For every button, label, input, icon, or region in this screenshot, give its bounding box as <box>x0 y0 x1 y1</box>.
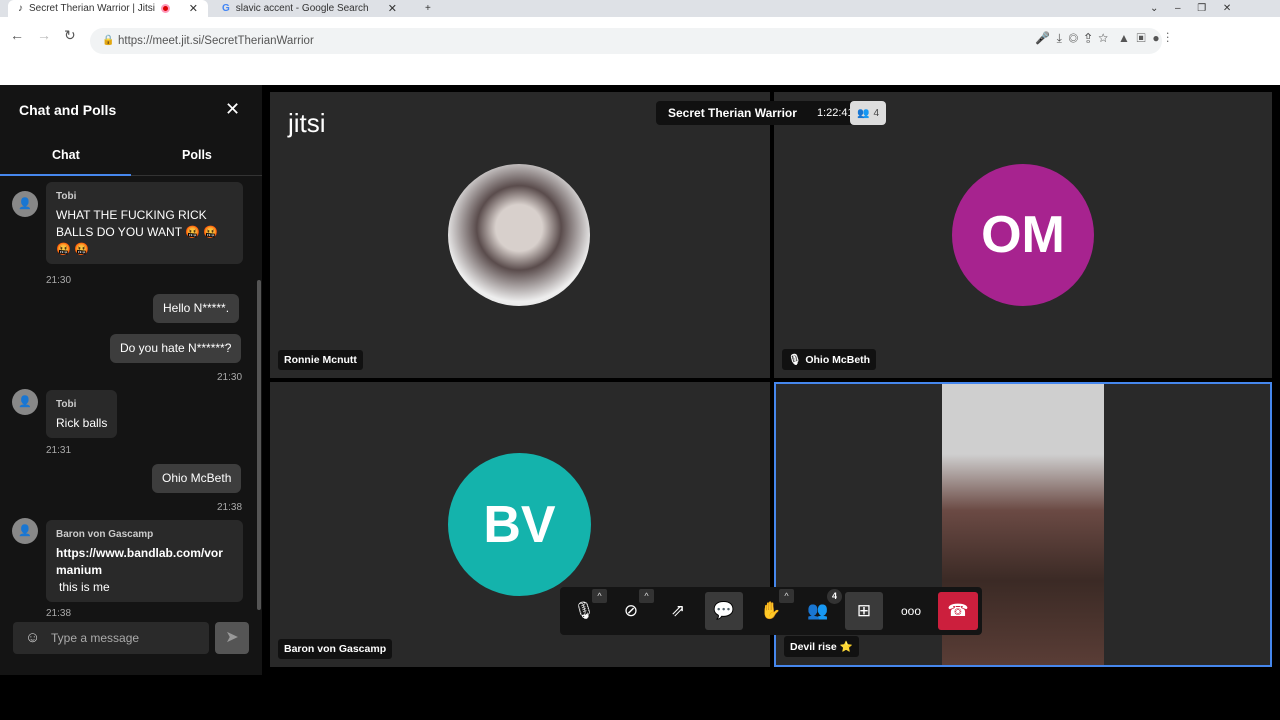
participant-name: Devil rise ⭐ <box>790 641 853 653</box>
name-tag: Ronnie Mcnutt <box>278 350 363 370</box>
timestamp: 21:30 <box>217 372 243 383</box>
timestamp: 21:31 <box>46 445 72 456</box>
chat-message-own: Do you hate N******? <box>110 334 242 363</box>
chat-message-own: Hello N*****. <box>153 294 240 323</box>
message-input[interactable]: ☺ Type a message <box>13 622 209 654</box>
address-bar-area: ← → ↻ 🔒 https://meet.jit.si/SecretTherian… <box>0 17 1280 85</box>
sender-name: Tobi <box>56 191 77 202</box>
mic-muted-icon: 🎙 <box>788 354 802 366</box>
window-controls[interactable]: ⌄ – ❐ ✕ <box>1140 0 1241 17</box>
meeting-header: Secret Therian Warrior 1:22:41 <box>656 101 862 125</box>
avatar: 👤 <box>12 518 38 544</box>
chat-scrollbar[interactable] <box>257 280 261 610</box>
tab-title: slavic accent - Google Search <box>235 3 369 14</box>
more-options-button[interactable]: ooo <box>892 592 930 630</box>
emoji-icon[interactable]: ☺ <box>25 629 40 646</box>
chat-sidebar: Chat and Polls ✕ Chat Polls 👤 Tobi WHAT T… <box>0 85 262 675</box>
chat-message: Baron von Gascamp https://www.bandlab.com… <box>46 520 243 602</box>
timestamp: 21:38 <box>46 608 72 619</box>
reactions-chevron-icon[interactable]: ^ <box>779 589 794 603</box>
message-text: Do you hate N******? <box>120 341 232 355</box>
url-text: https://meet.jit.si/SecretTherianWarrior <box>118 35 314 47</box>
new-tab-button[interactable]: + <box>415 0 441 17</box>
browser-tab-bar: ♪ Secret Therian Warrior | Jitsi ✕ Gslavic… <box>0 0 1280 17</box>
chat-message-own: Ohio McBeth <box>152 464 242 493</box>
meeting-toolbar: 🎙 ^ ⊘ ^ ⇗ 💬 ✋ ^ 👥 4 ⊞ ooo ☎ <box>560 587 982 635</box>
tab-jitsi[interactable]: ♪ Secret Therian Warrior | Jitsi ✕ <box>8 0 208 17</box>
name-tag: 🎙 Ohio McBeth <box>782 349 877 370</box>
participant-name: Ohio McBeth <box>805 353 871 366</box>
reload-icon[interactable]: ↻ <box>64 27 76 44</box>
people-icon: 👥 <box>856 107 870 119</box>
participant-tile[interactable]: Ronnie Mcnutt <box>270 92 770 378</box>
avatar: 👤 <box>12 389 38 415</box>
avatar: OM <box>952 164 1094 306</box>
chat-message: Tobi Rick balls <box>46 390 118 438</box>
chat-message: Tobi WHAT THE FUCKING RICK BALLS DO YOU W… <box>46 182 243 264</box>
jitsi-favicon-icon: ♪ <box>18 3 23 14</box>
participant-name: Baron von Gascamp <box>284 643 387 655</box>
screen-share-button[interactable]: ⇗ <box>659 592 697 630</box>
url-input[interactable]: 🔒 https://meet.jit.si/SecretTherianWarrio… <box>90 28 1162 54</box>
close-tab-icon[interactable]: ✕ <box>388 2 397 15</box>
forward-icon[interactable]: → <box>37 27 51 43</box>
tab-google[interactable]: Gslavic accent - Google Search ✕ <box>212 0 407 17</box>
google-icon: G <box>222 3 230 14</box>
avatar: 👤 <box>12 191 38 217</box>
input-placeholder: Type a message <box>51 631 140 645</box>
close-tab-icon[interactable]: ✕ <box>189 2 198 15</box>
video-feed <box>448 164 590 306</box>
message-text: Hello N*****. <box>163 301 230 315</box>
chat-button[interactable]: 💬 <box>705 592 743 630</box>
message-link[interactable]: https://www.bandlab.com/vormanium <box>56 545 233 579</box>
recording-icon <box>160 4 170 13</box>
avatar: BV <box>448 453 591 596</box>
meeting-title: Secret Therian Warrior <box>668 106 797 120</box>
participant-tile[interactable]: OM 🎙 Ohio McBeth <box>774 92 1272 378</box>
name-tag: Devil rise ⭐ <box>784 636 859 657</box>
tab-title: Secret Therian Warrior | Jitsi <box>29 3 155 14</box>
message-text: Ohio McBeth <box>162 471 232 485</box>
tile-view-button[interactable]: ⊞ <box>845 592 883 630</box>
sender-name: Tobi <box>56 399 77 410</box>
chat-messages: 👤 Tobi WHAT THE FUCKING RICK BALLS DO YOU… <box>0 85 262 619</box>
mic-options-chevron-icon[interactable]: ^ <box>592 589 607 603</box>
send-button[interactable]: ➤ <box>215 622 249 654</box>
participants-badge: 4 <box>827 589 842 604</box>
hang-up-button[interactable]: ☎ <box>938 592 978 630</box>
timestamp: 21:38 <box>217 502 243 513</box>
jitsi-logo: jitsi <box>288 108 326 138</box>
message-text: Rick balls <box>56 416 108 430</box>
participant-count-value: 4 <box>873 107 879 119</box>
sender-name: Baron von Gascamp <box>56 529 154 540</box>
timestamp: 21:30 <box>46 275 72 286</box>
camera-options-chevron-icon[interactable]: ^ <box>639 589 654 603</box>
browser-action-icons[interactable]: 🎤 ⤓ ◎ ⇪ ☆ ▲ ▣ ● ⋮ <box>1035 31 1169 46</box>
name-tag: Baron von Gascamp <box>278 639 393 659</box>
lock-icon: 🔒 <box>102 35 115 46</box>
message-text: this is me <box>59 580 110 594</box>
back-icon[interactable]: ← <box>10 27 24 43</box>
participant-count[interactable]: 👥 4 <box>850 101 886 125</box>
participant-name: Ronnie Mcnutt <box>284 354 357 366</box>
message-text: WHAT THE FUCKING RICK BALLS DO YOU WANT … <box>56 208 219 256</box>
